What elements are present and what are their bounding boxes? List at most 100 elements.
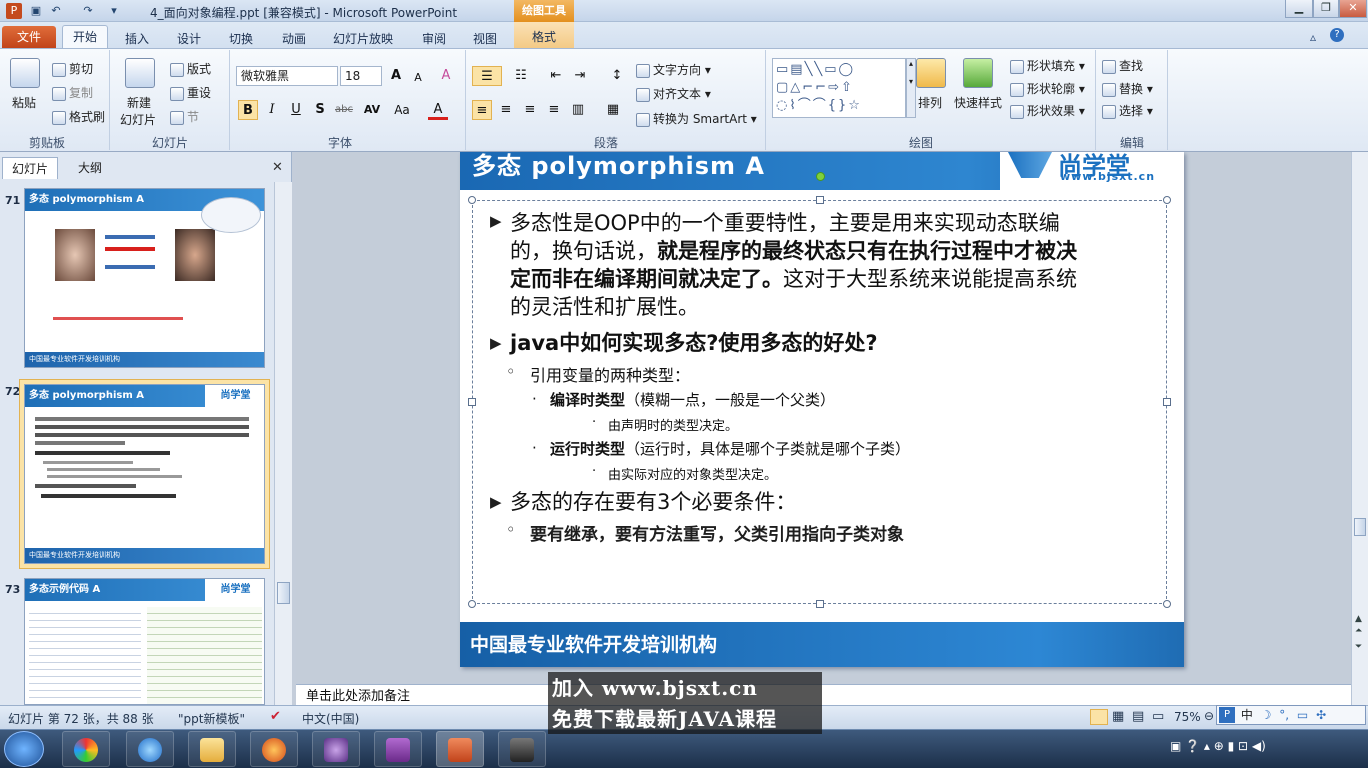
help-icon[interactable]: ? xyxy=(1330,28,1344,42)
line-spacing-icon[interactable]: ↕ xyxy=(604,66,630,86)
numbering-icon[interactable]: ☷ xyxy=(508,66,534,86)
ribbon-minimize-icon[interactable]: ▵ xyxy=(1310,30,1316,44)
tab-insert[interactable]: 插入 xyxy=(125,30,149,47)
resize-handle[interactable] xyxy=(468,398,476,406)
taskbar-eclipse-icon[interactable] xyxy=(312,731,360,767)
tab-slideshow[interactable]: 幻灯片放映 xyxy=(333,30,393,47)
paste-button[interactable]: 粘贴 xyxy=(12,94,36,111)
taskbar-app-pinwheel-icon[interactable] xyxy=(62,731,110,767)
increase-indent-icon[interactable]: ⇥ xyxy=(570,66,590,86)
taskbar-ie-icon[interactable] xyxy=(126,731,174,767)
layout-button[interactable]: 版式 xyxy=(170,60,211,77)
slide-thumb-73[interactable]: 多态示例代码 A 尚学堂 xyxy=(24,578,265,705)
redo-icon[interactable]: ↷ xyxy=(80,3,96,19)
ime-keyboard-icon[interactable]: ▭ xyxy=(1297,708,1308,722)
start-button-icon[interactable] xyxy=(4,731,44,767)
select-button[interactable]: 选择 ▾ xyxy=(1102,102,1153,119)
language[interactable]: 中文(中国) xyxy=(302,710,359,727)
tab-animations[interactable]: 动画 xyxy=(282,30,306,47)
ime-punct-icon[interactable]: °, xyxy=(1279,708,1289,722)
replace-button[interactable]: 替换 ▾ xyxy=(1102,80,1153,97)
ime-settings-icon[interactable]: ✣ xyxy=(1316,708,1326,722)
font-name-combo[interactable]: 微软雅黑 xyxy=(236,66,338,86)
shadow-button[interactable]: S xyxy=(310,100,330,120)
scroll-thumb[interactable] xyxy=(1354,518,1366,536)
tab-review[interactable]: 审阅 xyxy=(422,30,446,47)
text-direction-button[interactable]: 文字方向 ▾ xyxy=(636,61,711,78)
change-case-button[interactable]: Aa xyxy=(390,100,414,120)
section-button[interactable]: 节 xyxy=(170,108,199,125)
shrink-font-button[interactable]: A xyxy=(408,68,428,88)
tab-home[interactable]: 开始 xyxy=(62,25,108,49)
tab-file[interactable]: 文件 xyxy=(2,26,56,48)
new-slide-button[interactable]: 新建 xyxy=(127,94,151,111)
ime-moon-icon[interactable]: ☽ xyxy=(1261,708,1272,722)
slideshow-view-icon[interactable]: ▭ xyxy=(1152,709,1164,724)
align-right-icon[interactable]: ≡ xyxy=(520,100,540,120)
zoom-out-icon[interactable]: ⊖ xyxy=(1204,709,1214,723)
arrange-button[interactable]: 排列 xyxy=(918,94,942,111)
grow-font-button[interactable]: A xyxy=(386,66,406,86)
shape-effects-button[interactable]: 形状效果 ▾ xyxy=(1010,102,1085,119)
slide-thumb-71[interactable]: 多态 polymorphism A 中国最专业软件开发培训机构 xyxy=(24,188,265,368)
decrease-indent-icon[interactable]: ⇤ xyxy=(546,66,566,86)
resize-handle[interactable] xyxy=(1163,196,1171,204)
resize-handle[interactable] xyxy=(1163,600,1171,608)
distributed-icon[interactable]: ▥ xyxy=(568,100,588,120)
close-pane-icon[interactable]: ✕ xyxy=(272,160,283,175)
tray-icons[interactable]: ▣ ❔ ▴ ⊕ ▮ ⊡ ◀) xyxy=(1170,739,1266,753)
resize-handle[interactable] xyxy=(816,196,824,204)
shape-outline-button[interactable]: 形状轮廓 ▾ xyxy=(1010,80,1085,97)
clear-format-button[interactable]: A xyxy=(436,66,456,86)
undo-icon[interactable]: ↶ xyxy=(48,3,64,19)
save-icon[interactable]: ▣ xyxy=(28,3,44,19)
align-left-icon[interactable]: ≡ xyxy=(472,100,492,120)
align-text-button[interactable]: 对齐文本 ▾ xyxy=(636,85,711,102)
cut-button[interactable]: 剪切 xyxy=(52,60,93,77)
reading-view-icon[interactable]: ▤ xyxy=(1132,709,1144,724)
tab-format[interactable]: 格式 xyxy=(514,22,574,49)
scroll-arrow-up-icon[interactable]: ▲ xyxy=(1355,614,1362,624)
reset-button[interactable]: 重设 xyxy=(170,84,211,101)
notes-pane[interactable]: 单击此处添加备注 xyxy=(296,684,1351,705)
underline-button[interactable]: U xyxy=(286,100,306,120)
taskbar-explorer-icon[interactable] xyxy=(188,731,236,767)
quick-styles-button[interactable]: 快速样式 xyxy=(954,94,1002,111)
tab-outline-pane[interactable]: 大纲 xyxy=(62,157,118,179)
slide-thumb-72[interactable]: 多态 polymorphism A 尚学堂 中国最专业软件开发培训机构 xyxy=(24,384,265,564)
columns-icon[interactable]: ▦ xyxy=(600,100,626,120)
shape-fill-button[interactable]: 形状填充 ▾ xyxy=(1010,57,1085,74)
font-color-button[interactable]: A xyxy=(428,100,448,120)
scroll-thumb[interactable] xyxy=(277,582,290,604)
tab-view[interactable]: 视图 xyxy=(473,30,497,47)
taskbar-onenote-icon[interactable] xyxy=(374,731,422,767)
font-size-combo[interactable]: 18 xyxy=(340,66,382,86)
zoom-level[interactable]: 75% xyxy=(1174,710,1201,724)
char-spacing-button[interactable]: AV xyxy=(360,100,384,120)
italic-button[interactable]: I xyxy=(262,100,282,120)
spellcheck-icon[interactable]: ✔ xyxy=(270,709,281,724)
sorter-view-icon[interactable]: ▦ xyxy=(1112,709,1124,724)
tab-transitions[interactable]: 切换 xyxy=(229,30,253,47)
resize-handle[interactable] xyxy=(1163,398,1171,406)
strikethrough-button[interactable]: abc xyxy=(332,100,356,120)
resize-handle[interactable] xyxy=(468,600,476,608)
resize-handle[interactable] xyxy=(816,600,824,608)
justify-icon[interactable]: ≡ xyxy=(544,100,564,120)
bold-button[interactable]: B xyxy=(238,100,258,120)
new-slide-dropdown[interactable]: 幻灯片 xyxy=(120,111,156,128)
smartart-button[interactable]: 转换为 SmartArt ▾ xyxy=(636,110,757,127)
tab-slides-pane[interactable]: 幻灯片 xyxy=(2,157,58,179)
rotate-handle[interactable] xyxy=(816,172,825,181)
tab-design[interactable]: 设计 xyxy=(177,30,201,47)
format-painter-button[interactable]: 格式刷 xyxy=(52,108,105,125)
ime-mode[interactable]: 中 xyxy=(1241,708,1253,722)
customize-toolbar-icon[interactable]: ▾ xyxy=(106,3,122,19)
copy-button[interactable]: 复制 xyxy=(52,84,93,101)
maximize-button[interactable]: ❐ xyxy=(1313,0,1339,18)
bullets-icon[interactable]: ☰ xyxy=(472,66,502,86)
slide-scrollbar[interactable]: ▲ ⏶ ⏷ xyxy=(1351,152,1368,705)
close-button[interactable]: ✕ xyxy=(1339,0,1367,18)
next-slide-icon[interactable]: ⏷ xyxy=(1355,642,1362,652)
prev-slide-icon[interactable]: ⏶ xyxy=(1355,626,1362,636)
